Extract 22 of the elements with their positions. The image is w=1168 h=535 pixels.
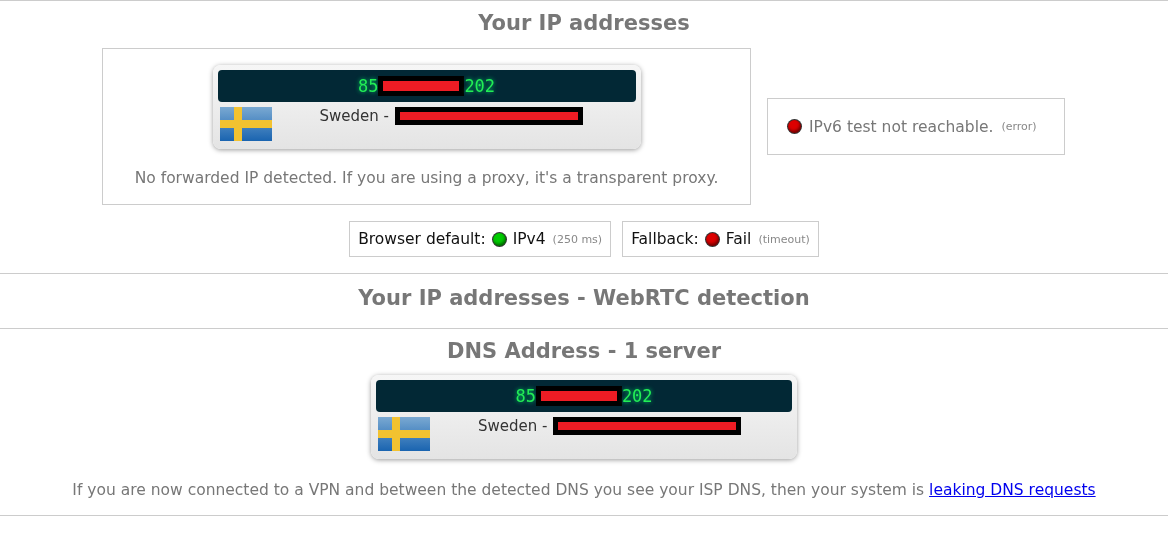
dns-leak-note: If you are now connected to a VPN and between the detected DNS you see your ISP DNS, then your system is [72, 481, 925, 499]
check-label: Browser default: [358, 230, 486, 248]
country-text: Sweden - [478, 417, 548, 435]
section-title: Your IP addresses - WebRTC detection [357, 285, 811, 312]
ip-text: 85 [357, 76, 379, 96]
status-text: IPv6 test not reachable. [809, 117, 994, 136]
ip-text: 202 [621, 386, 653, 406]
status-detail: (error) [1001, 120, 1037, 133]
forwarded-ip-note: No forwarded IP detected. If you are using a proxy, it's a transparent proxy. [134, 169, 719, 187]
check-label: Fallback: [631, 230, 699, 248]
country-text: Sweden - [319, 107, 389, 125]
flag-icon [378, 417, 430, 451]
check-value: IPv4 [512, 230, 546, 248]
section-title: DNS Address - 1 server [446, 338, 722, 363]
ip-text: 85 [515, 386, 536, 406]
check-detail: (timeout) [758, 232, 810, 246]
section-title: Your IP addresses [477, 10, 691, 35]
flag-icon [219, 107, 272, 141]
check-value: Fail [725, 230, 752, 248]
leak-info-link[interactable]: leaking DNS requests [929, 481, 1096, 499]
ip-text: 202 [464, 76, 496, 96]
check-detail: (250 ms) [552, 232, 603, 246]
